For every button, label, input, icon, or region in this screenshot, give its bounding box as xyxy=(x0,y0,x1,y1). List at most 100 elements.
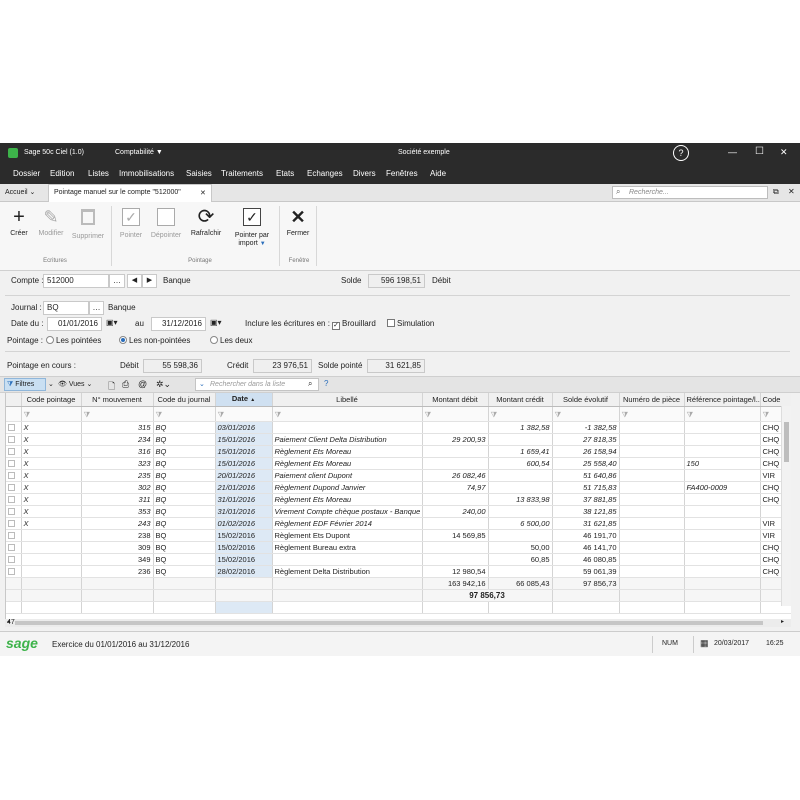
filter-cell[interactable]: ⧩ xyxy=(81,406,154,422)
date-du-input[interactable]: 01/01/2016 xyxy=(47,317,102,331)
table-row[interactable]: X 302 BQ 21/01/2016 Règlement Dupond Janvier… xyxy=(6,481,791,494)
row-checkbox[interactable] xyxy=(6,529,22,542)
row-checkbox[interactable] xyxy=(6,421,22,434)
radio-les-deux[interactable]: Les deux xyxy=(210,335,252,347)
row-checkbox[interactable] xyxy=(6,565,22,578)
depointer-button[interactable]: Dépointer xyxy=(145,206,187,239)
close-button[interactable]: ✕ xyxy=(780,147,788,158)
menu-listes[interactable]: Listes xyxy=(88,169,109,178)
menu-edition[interactable]: Edition xyxy=(50,169,74,178)
scroll-right-icon[interactable]: ▸ xyxy=(781,618,784,625)
row-checkbox[interactable] xyxy=(6,481,22,494)
select-all-header[interactable] xyxy=(6,393,22,407)
radio-pointees[interactable]: Les pointées xyxy=(46,335,101,347)
col-montant-credit[interactable]: Montant crédit xyxy=(488,393,553,407)
close-icon[interactable]: ✕ xyxy=(788,187,795,196)
col-libelle[interactable]: Libellé xyxy=(272,393,423,407)
table-row[interactable]: 309 BQ 15/02/2016 Règlement Bureau extra 50,… xyxy=(6,541,791,554)
fermer-button[interactable]: ✕ Fermer xyxy=(277,206,319,237)
supprimer-button[interactable]: Supprimer xyxy=(67,206,109,240)
journal-browse-button[interactable]: … xyxy=(89,301,104,315)
menu-traitements[interactable]: Traitements xyxy=(221,169,263,178)
col-code-pointage[interactable]: Code pointage xyxy=(21,393,82,407)
tab-close-icon[interactable]: ✕ xyxy=(200,189,206,197)
filter-cell[interactable]: ⧩ xyxy=(272,406,423,422)
row-checkbox[interactable] xyxy=(6,457,22,470)
chevron-down-icon[interactable]: ⌄ xyxy=(48,380,54,388)
menu-divers[interactable]: Divers xyxy=(353,169,376,178)
col-numero-piece[interactable]: Numéro de pièce xyxy=(619,393,685,407)
table-row[interactable]: 238 BQ 15/02/2016 Règlement Ets Dupont 14 56… xyxy=(6,529,791,542)
compte-browse-button[interactable]: … xyxy=(109,274,125,288)
table-row[interactable]: X 316 BQ 15/01/2016 Règlement Ets Moreau 1 65… xyxy=(6,445,791,458)
vertical-scrollbar[interactable] xyxy=(781,406,791,606)
menu-aide[interactable]: Aide xyxy=(430,169,446,178)
print-icon[interactable]: ⎙ xyxy=(122,379,129,390)
col-montant-debit[interactable]: Montant débit xyxy=(422,393,489,407)
col-num-mouvement[interactable]: N° mouvement xyxy=(81,393,154,407)
modifier-button[interactable]: ✎ Modifier xyxy=(30,206,72,237)
pointer-par-import-button[interactable]: ✓ Pointer par import ▼ xyxy=(230,206,274,248)
help-button[interactable]: ? xyxy=(673,145,689,161)
row-checkbox[interactable] xyxy=(6,541,22,554)
journal-input[interactable]: BQ xyxy=(43,301,89,315)
table-row[interactable]: 236 BQ 28/02/2016 Règlement Delta Distribut… xyxy=(6,565,791,578)
module-selector[interactable]: Comptabilité ▼ xyxy=(115,149,163,156)
menu-fenetres[interactable]: Fenêtres xyxy=(386,169,418,178)
table-row[interactable]: X 235 BQ 20/01/2016 Paiement client Dupont 26… xyxy=(6,469,791,482)
compte-input[interactable]: 512000 xyxy=(43,274,109,288)
filter-cell[interactable]: ⧩ xyxy=(619,406,685,422)
row-checkbox[interactable] xyxy=(6,505,22,518)
filter-cell[interactable]: ⧩ xyxy=(488,406,553,422)
row-checkbox[interactable] xyxy=(6,469,22,482)
filter-cell[interactable]: ⧩ xyxy=(422,406,489,422)
tab-active[interactable]: Pointage manuel sur le compte "512000" ✕ xyxy=(48,184,212,202)
restore-icon[interactable]: ⧉ xyxy=(773,187,779,197)
menu-etats[interactable]: Etats xyxy=(276,169,294,178)
compte-prev-button[interactable]: ◀ xyxy=(127,274,142,288)
brouillard-checkbox[interactable]: ✓ Brouillard xyxy=(332,318,376,330)
table-row[interactable]: X 353 BQ 31/01/2016 Virement Compte chèque p… xyxy=(6,505,791,518)
row-checkbox[interactable] xyxy=(6,445,22,458)
date-au-input[interactable]: 31/12/2016 xyxy=(151,317,206,331)
row-checkbox[interactable] xyxy=(6,433,22,446)
menu-saisies[interactable]: Saisies xyxy=(186,169,212,178)
filter-cell[interactable]: ⧩ xyxy=(153,406,216,422)
simulation-checkbox[interactable]: Simulation xyxy=(387,318,434,330)
scrollbar-thumb[interactable] xyxy=(784,422,789,462)
list-search-input[interactable]: ⌄ Rechercher dans la liste ⌕ xyxy=(195,378,319,391)
table-row[interactable]: 349 BQ 15/02/2016 60,85 46 080,85 CHQ xyxy=(6,553,791,566)
settings-gear-icon[interactable]: ✲⌄ xyxy=(156,379,171,390)
maximize-button[interactable]: ☐ xyxy=(755,146,764,157)
row-checkbox[interactable] xyxy=(6,493,22,506)
filter-cell[interactable]: ⧩ xyxy=(215,406,273,422)
table-row[interactable]: X 311 BQ 31/01/2016 Règlement Ets Moreau 13 8… xyxy=(6,493,791,506)
vues-button[interactable]: 👁 Vues ⌄ xyxy=(58,380,92,388)
tab-accueil[interactable]: Accueil ⌄ xyxy=(5,188,35,196)
filter-cell[interactable]: ⧩ xyxy=(21,406,82,422)
global-search-input[interactable]: ⌕ Recherche... xyxy=(612,186,768,199)
row-checkbox[interactable] xyxy=(6,553,22,566)
horizontal-scrollbar[interactable]: ◂ ▸ xyxy=(5,619,791,627)
col-code-journal[interactable]: Code du journal xyxy=(153,393,216,407)
calendar-icon[interactable]: ▣▾ xyxy=(210,318,222,327)
table-row[interactable]: X 243 BQ 01/02/2016 Règlement EDF Février 20… xyxy=(6,517,791,530)
scrollbar-thumb[interactable] xyxy=(15,621,763,625)
row-checkbox[interactable] xyxy=(6,517,22,530)
table-row[interactable]: X 323 BQ 15/01/2016 Règlement Ets Moreau 600,… xyxy=(6,457,791,470)
col-solde-evolutif[interactable]: Solde évolutif xyxy=(552,393,620,407)
help-icon[interactable]: ? xyxy=(324,379,328,388)
filtres-button[interactable]: ⧩ Filtres xyxy=(4,378,46,391)
table-row[interactable]: X 234 BQ 15/01/2016 Paiement Client Delta Di… xyxy=(6,433,791,446)
menu-echanges[interactable]: Echanges xyxy=(307,169,343,178)
filter-cell[interactable]: ⧩ xyxy=(684,406,761,422)
col-date[interactable]: Date ▲ xyxy=(215,393,273,407)
radio-non-pointees[interactable]: Les non-pointées xyxy=(119,335,190,347)
rafraichir-button[interactable]: ⟳ Rafraîchir xyxy=(185,206,227,237)
minimize-button[interactable]: — xyxy=(728,147,737,157)
col-reference-pointage[interactable]: Référence pointage/l... xyxy=(684,393,761,407)
table-row[interactable]: X 315 BQ 03/01/2016 1 382,58 -1 382,58 CHQ xyxy=(6,421,791,434)
email-icon[interactable]: @ xyxy=(138,379,147,389)
col-code[interactable]: Code xyxy=(760,393,791,407)
compte-next-button[interactable]: ▶ xyxy=(142,274,157,288)
